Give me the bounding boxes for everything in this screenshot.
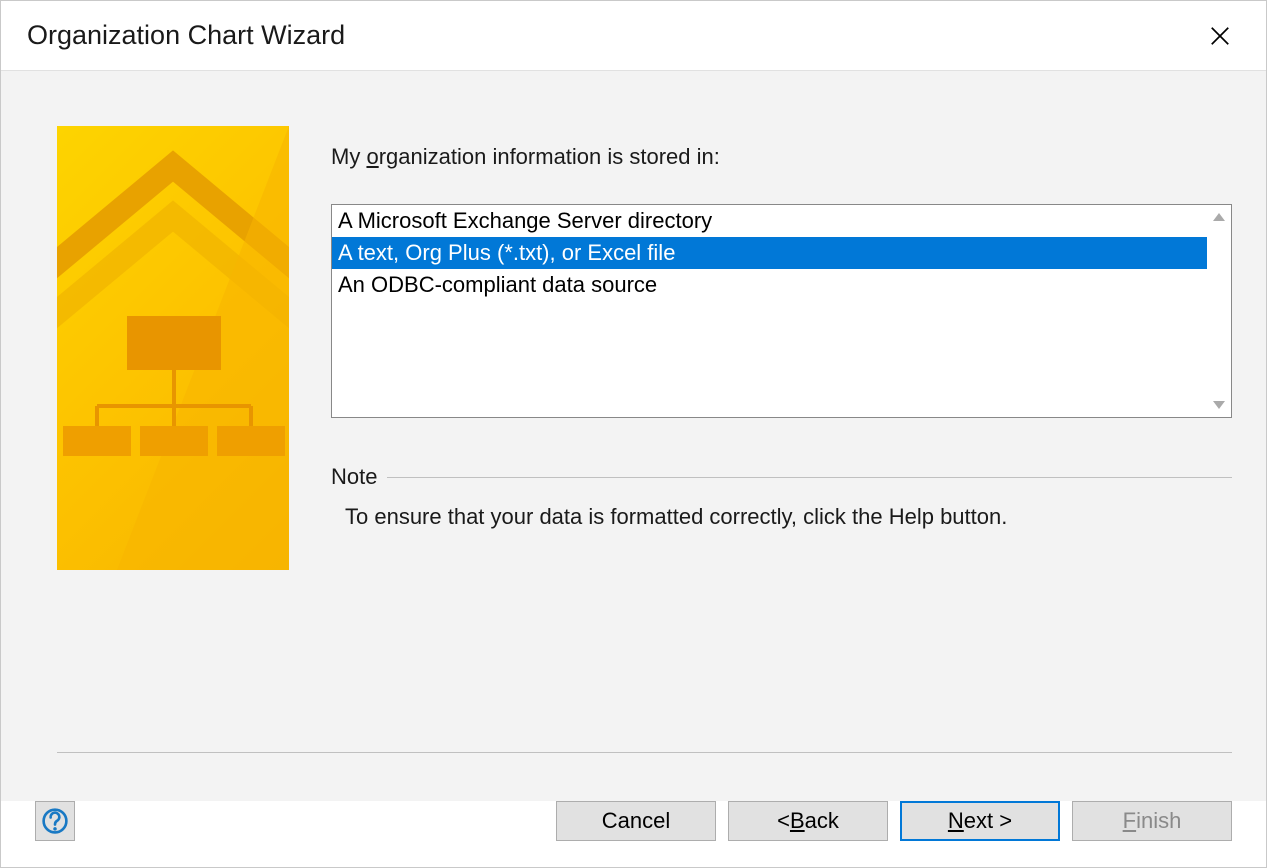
right-column: My organization information is stored in… — [331, 126, 1232, 530]
content-row: My organization information is stored in… — [57, 126, 1232, 752]
wizard-dialog: Organization Chart Wizard — [0, 0, 1267, 868]
back-button[interactable]: < Back — [728, 801, 888, 841]
list-item[interactable]: An ODBC-compliant data source — [332, 269, 1207, 301]
listbox-items: A Microsoft Exchange Server directory A … — [332, 205, 1207, 417]
help-button[interactable] — [35, 801, 75, 841]
chevron-down-icon — [1211, 397, 1227, 413]
prompt-before: My — [331, 144, 366, 169]
finish-hotkey: F — [1123, 808, 1136, 834]
finish-button: Finish — [1072, 801, 1232, 841]
note-heading-row: Note — [331, 464, 1232, 494]
dialog-footer: Cancel < Back Next > Finish — [1, 801, 1266, 867]
note-rule — [387, 477, 1232, 478]
next-hotkey: N — [948, 808, 964, 834]
listbox-scrollbar[interactable] — [1207, 205, 1231, 417]
close-icon — [1209, 25, 1231, 47]
wizard-illustration — [57, 126, 289, 570]
cancel-label: Cancel — [602, 808, 670, 834]
source-listbox[interactable]: A Microsoft Exchange Server directory A … — [331, 204, 1232, 418]
finish-suffix: inish — [1136, 808, 1181, 834]
note-text: To ensure that your data is formatted co… — [345, 504, 1232, 530]
back-prefix: < — [777, 808, 790, 834]
note-section: Note To ensure that your data is formatt… — [331, 464, 1232, 530]
footer-separator — [57, 752, 1232, 753]
source-prompt: My organization information is stored in… — [331, 144, 1232, 170]
list-item[interactable]: A text, Org Plus (*.txt), or Excel file — [332, 237, 1207, 269]
title-bar: Organization Chart Wizard — [1, 1, 1266, 71]
cancel-button[interactable]: Cancel — [556, 801, 716, 841]
close-button[interactable] — [1200, 16, 1240, 56]
back-suffix: ack — [805, 808, 839, 834]
note-heading: Note — [331, 464, 377, 490]
dialog-title: Organization Chart Wizard — [27, 20, 345, 51]
list-item[interactable]: A Microsoft Exchange Server directory — [332, 205, 1207, 237]
dialog-body: My organization information is stored in… — [1, 71, 1266, 801]
chevron-up-icon — [1211, 209, 1227, 225]
next-button[interactable]: Next > — [900, 801, 1060, 841]
back-hotkey: B — [790, 808, 805, 834]
prompt-after: rganization information is stored in: — [379, 144, 720, 169]
help-icon — [41, 807, 69, 835]
prompt-hotkey: o — [366, 144, 378, 169]
next-suffix: ext > — [964, 808, 1012, 834]
